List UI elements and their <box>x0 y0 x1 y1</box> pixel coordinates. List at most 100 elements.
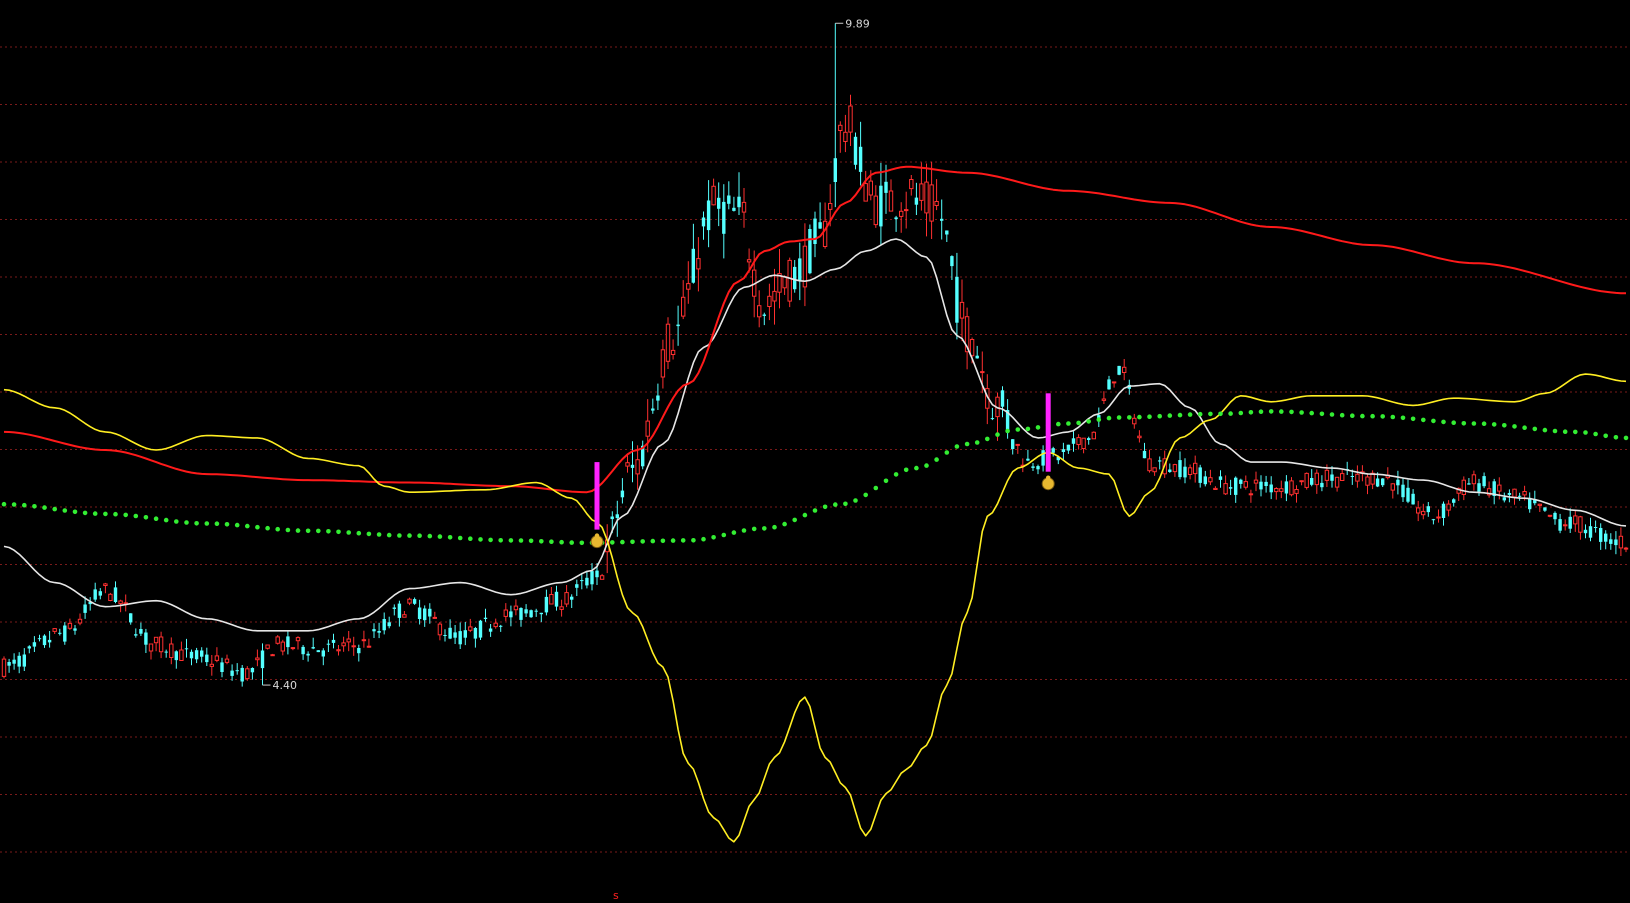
green-dot <box>1390 414 1396 420</box>
candle-body-down <box>990 418 995 420</box>
candle-body-down <box>423 608 427 621</box>
candle-body-up <box>686 283 691 290</box>
candle-body-down <box>397 603 402 618</box>
candle-body-down <box>1198 467 1202 483</box>
candle-body-down <box>1051 448 1055 453</box>
green-dot <box>772 524 777 530</box>
green-dot <box>964 441 970 447</box>
green-dot <box>1086 419 1091 424</box>
green-dot <box>255 524 260 530</box>
candle-body-down <box>691 248 695 283</box>
green-dot <box>1329 412 1335 417</box>
green-dot <box>407 533 412 538</box>
stock-chart: 9.89 4.40 s <box>0 0 1630 903</box>
candle-body-down <box>1259 481 1263 490</box>
green-dot <box>670 538 676 543</box>
green-dot <box>1 501 7 507</box>
candle-body-up <box>696 258 701 270</box>
candle-body-down <box>651 408 655 411</box>
green-dot <box>447 535 453 540</box>
green-dot <box>762 526 767 531</box>
green-dot <box>974 440 980 445</box>
green-dot <box>1167 413 1173 418</box>
candle-body-down <box>509 611 513 618</box>
candle-body-up <box>402 614 407 618</box>
candle-body-down <box>1543 507 1547 511</box>
candle-body-up <box>361 639 367 642</box>
candle-body-up <box>919 183 924 201</box>
green-dot <box>1258 409 1264 415</box>
green-dot <box>985 436 990 442</box>
green-dot <box>52 506 57 512</box>
candle-body-down <box>58 632 62 634</box>
green-dot <box>1552 428 1558 434</box>
candle-body-up <box>741 201 747 213</box>
candle-body-up <box>980 371 985 374</box>
candle-body-up <box>1421 510 1426 516</box>
candle-body-up <box>280 641 286 652</box>
candle-body-up <box>103 583 108 587</box>
candle-body-up <box>224 658 230 663</box>
candle-body-down <box>382 619 386 631</box>
candle-body-down <box>1507 493 1512 495</box>
candle-body-up <box>1223 483 1228 495</box>
candle-body-down <box>1583 529 1588 534</box>
candle-body-up <box>711 185 716 206</box>
candle-body-down <box>544 596 549 613</box>
candle-body-down <box>93 589 97 600</box>
candle-body-down <box>1036 466 1040 470</box>
green-dot <box>1279 409 1284 414</box>
candle-body-down <box>478 620 483 638</box>
candle-body-up <box>158 636 164 653</box>
green-dot <box>528 538 534 544</box>
green-dot <box>1441 419 1446 425</box>
candle-body-up <box>1091 431 1096 440</box>
indicator-lines <box>3 165 1627 843</box>
candle-body-down <box>412 599 417 604</box>
candle-body-up <box>1 658 7 677</box>
candle-body-down <box>1228 487 1233 489</box>
green-dot <box>1451 420 1456 426</box>
green-dot <box>1299 410 1304 415</box>
green-dot <box>468 536 473 541</box>
green-dot <box>680 538 686 543</box>
candle-body-up <box>1314 472 1319 486</box>
candle-body-down <box>1467 483 1471 485</box>
annotation-layer: 9.89 4.40 s <box>262 17 870 902</box>
candle-body-down <box>610 516 614 520</box>
green-dot <box>1350 413 1355 419</box>
candle-body-up <box>1187 467 1193 475</box>
candle-body-down <box>1026 458 1030 461</box>
green-dot <box>417 533 422 538</box>
candle-body-down <box>139 629 143 634</box>
candle-body-down <box>1330 474 1334 481</box>
candle-body-down <box>42 635 47 646</box>
green-dot <box>1056 421 1061 427</box>
green-dot <box>650 538 656 544</box>
green-dot <box>1410 416 1416 422</box>
green-dot <box>1157 413 1162 419</box>
green-dot <box>792 517 797 523</box>
candle-body-down <box>1396 479 1400 486</box>
candle-body-down <box>615 514 619 518</box>
candle-body-down <box>113 587 118 602</box>
green-dot <box>488 537 493 543</box>
candle-body-down <box>448 627 452 639</box>
candle-body-up <box>1355 473 1360 482</box>
candle-body-down <box>473 628 478 639</box>
candle-body-down <box>798 258 802 282</box>
candle-body-up <box>1416 507 1421 514</box>
candle-body-up <box>1299 480 1304 483</box>
candle-body-down <box>260 650 265 669</box>
candle-body-down <box>884 181 888 193</box>
green-dot <box>143 515 149 520</box>
green-dot <box>356 530 362 536</box>
candle-body-up <box>1446 503 1451 511</box>
candle-body-down <box>955 276 959 323</box>
candle-body-up <box>1147 458 1152 472</box>
candle-body-down <box>706 200 711 231</box>
candle-body-down <box>311 647 315 649</box>
candle-body-up <box>214 655 220 661</box>
green-dot <box>893 472 899 477</box>
candle-body-up <box>1122 366 1127 373</box>
